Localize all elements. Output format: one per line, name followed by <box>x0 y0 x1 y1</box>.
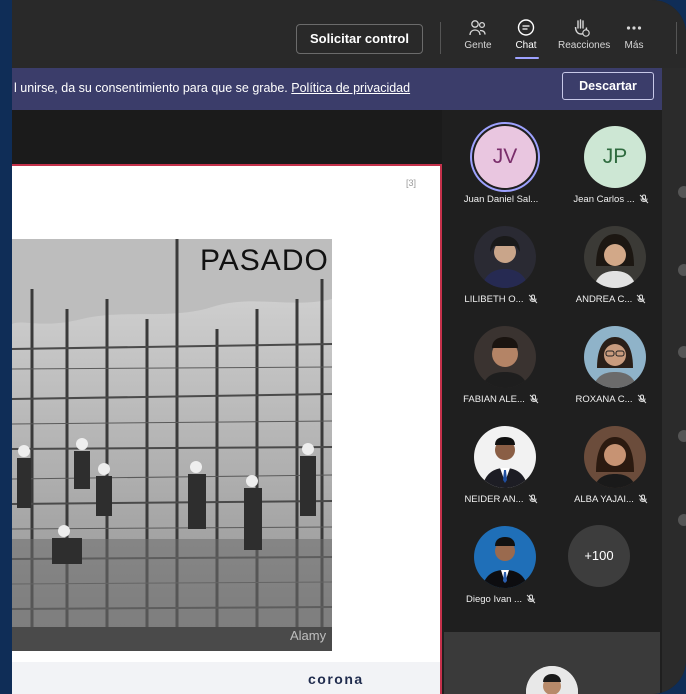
more-icon <box>626 26 642 30</box>
request-control-button[interactable]: Solicitar control <box>296 24 423 54</box>
toolbar-divider <box>676 22 677 54</box>
construction-workers-photo <box>12 239 332 651</box>
mic-off-icon <box>526 594 536 604</box>
avatar <box>474 226 536 288</box>
shared-content-stage: [3] PASADO Alamy corona <box>0 110 442 694</box>
mic-off-icon <box>637 394 646 404</box>
avatar <box>584 226 646 288</box>
mic-off-icon <box>528 494 537 504</box>
self-video-tile <box>444 632 660 694</box>
chat-avatar <box>678 430 686 442</box>
participant-name: FABIAN ALE... <box>446 394 556 405</box>
chat-avatar <box>678 346 686 358</box>
reactions-icon <box>574 19 590 37</box>
avatar: JP <box>584 126 646 188</box>
chat-avatar <box>678 186 686 198</box>
participant-name: ALBA YAJAI... <box>556 494 666 505</box>
mic-off-icon <box>529 394 539 404</box>
participant-name: Juan Daniel Sal... <box>463 194 539 205</box>
chat-avatar <box>678 514 686 526</box>
participant-name: Jean Carlos ... <box>556 194 666 205</box>
mic-off-icon <box>638 494 648 504</box>
chat-panel-edge <box>662 68 686 694</box>
participant-name: ROXANA C... <box>556 394 666 405</box>
mic-off-icon <box>636 294 646 304</box>
slide-title: PASADO <box>200 244 329 277</box>
dismiss-button[interactable]: Descartar <box>562 72 654 100</box>
watermark: Alamy <box>290 628 327 643</box>
participant-name: Diego Ivan ... <box>446 594 556 605</box>
more-participants-button[interactable]: +100 <box>568 525 630 587</box>
participant-tile[interactable]: JP Jean Carlos ... <box>556 112 666 208</box>
participant-tile[interactable]: FABIAN ALE... <box>446 312 556 408</box>
banner-text: l unirse, da su consentimiento para que … <box>14 81 288 95</box>
participant-tile[interactable]: NEIDER AN... <box>446 412 556 508</box>
shared-slide: [3] PASADO Alamy corona <box>12 164 442 694</box>
privacy-policy-link[interactable]: Política de privacidad <box>291 81 410 95</box>
chat-button[interactable]: Chat <box>503 18 549 59</box>
avatar: JV <box>474 126 536 188</box>
mic-off-icon <box>528 294 537 304</box>
chat-avatar <box>678 264 686 276</box>
avatar <box>474 326 536 388</box>
avatar <box>474 526 536 588</box>
people-label: Gente <box>464 40 492 51</box>
chat-icon <box>517 19 535 36</box>
avatar <box>584 426 646 488</box>
reactions-button[interactable]: Reacciones <box>558 18 611 51</box>
toolbar-divider <box>440 22 441 54</box>
participant-name: NEIDER AN... <box>446 494 556 505</box>
reactions-label: Reacciones <box>558 40 611 51</box>
participant-tile[interactable]: JV Juan Daniel Sal... <box>446 112 556 208</box>
teams-meeting-window: Solicitar control Gente Chat Reacciones … <box>0 0 686 694</box>
participant-name: LILIBETH O... <box>446 294 556 305</box>
meeting-toolbar: Solicitar control Gente Chat Reacciones … <box>0 0 686 68</box>
more-label: Más <box>624 40 644 51</box>
chat-label: Chat <box>515 40 537 51</box>
people-icon <box>469 20 486 36</box>
self-avatar <box>526 666 578 694</box>
participant-name: ANDREA C... <box>556 294 666 305</box>
participant-tile[interactable]: LILIBETH O... <box>446 212 556 308</box>
people-button[interactable]: Gente <box>455 18 501 51</box>
active-tab-indicator <box>515 57 539 59</box>
participant-tile[interactable]: Diego Ivan ... <box>446 512 556 608</box>
recording-consent-banner: l unirse, da su consentimiento para que … <box>0 68 662 110</box>
participant-tile[interactable]: ANDREA C... <box>556 212 666 308</box>
banner-message: l unirse, da su consentimiento para que … <box>14 81 410 95</box>
avatar <box>584 326 646 388</box>
slide-footer <box>12 662 440 694</box>
participant-tile[interactable]: ROXANA C... <box>556 312 666 408</box>
desktop-edge <box>0 0 12 694</box>
mic-off-icon <box>639 194 648 204</box>
participant-tile[interactable]: ALBA YAJAI... <box>556 412 666 508</box>
more-button[interactable]: Más <box>611 18 657 51</box>
brand-logo: corona <box>308 671 364 687</box>
avatar <box>474 426 536 488</box>
slide-number: [3] <box>405 178 416 188</box>
